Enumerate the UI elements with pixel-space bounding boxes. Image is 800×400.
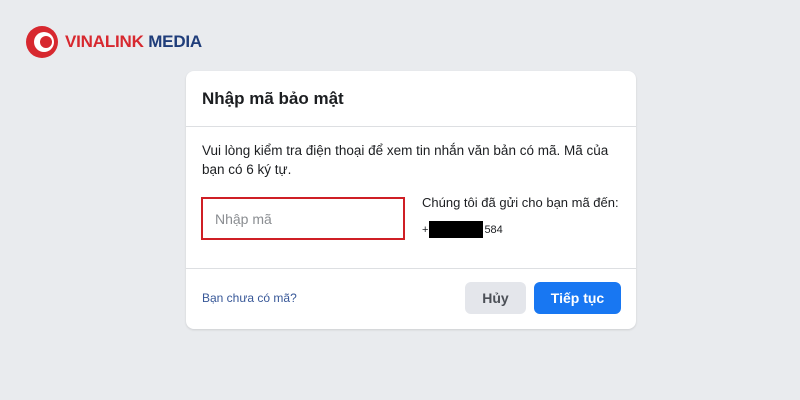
sent-to-label: Chúng tôi đã gửi cho bạn mã đến: — [422, 195, 619, 210]
instructions-text: Vui lòng kiểm tra điện thoại để xem tin … — [202, 143, 609, 177]
phone-prefix: + — [422, 223, 429, 236]
phone-suffix: 584 — [484, 223, 503, 236]
continue-button[interactable]: Tiếp tục — [534, 282, 621, 314]
vinalink-logo-icon — [26, 26, 58, 58]
phone-redaction-mask — [429, 221, 484, 238]
cancel-button[interactable]: Hủy — [465, 282, 526, 314]
brand-logo: VINALINK MEDIA — [25, 25, 202, 59]
security-code-dialog: Nhập mã bảo mật Vui lòng kiểm tra điện t… — [186, 71, 636, 329]
dialog-title: Nhập mã bảo mật — [202, 88, 344, 108]
sent-info: Chúng tôi đã gửi cho bạn mã đến: + 584 — [422, 195, 622, 238]
dialog-footer: Bạn chưa có mã? Hủy Tiếp tục — [186, 269, 636, 329]
brand-name: VINALINK MEDIA — [65, 32, 202, 52]
brand-name-part2: MEDIA — [148, 32, 202, 51]
dialog-body: Vui lòng kiểm tra điện thoại để xem tin … — [186, 127, 636, 269]
brand-name-part1: VINALINK — [65, 32, 144, 51]
masked-phone-number: + 584 — [422, 221, 622, 238]
no-code-link[interactable]: Bạn chưa có mã? — [202, 291, 297, 305]
security-code-input[interactable] — [201, 197, 405, 240]
dialog-header: Nhập mã bảo mật — [186, 71, 636, 127]
